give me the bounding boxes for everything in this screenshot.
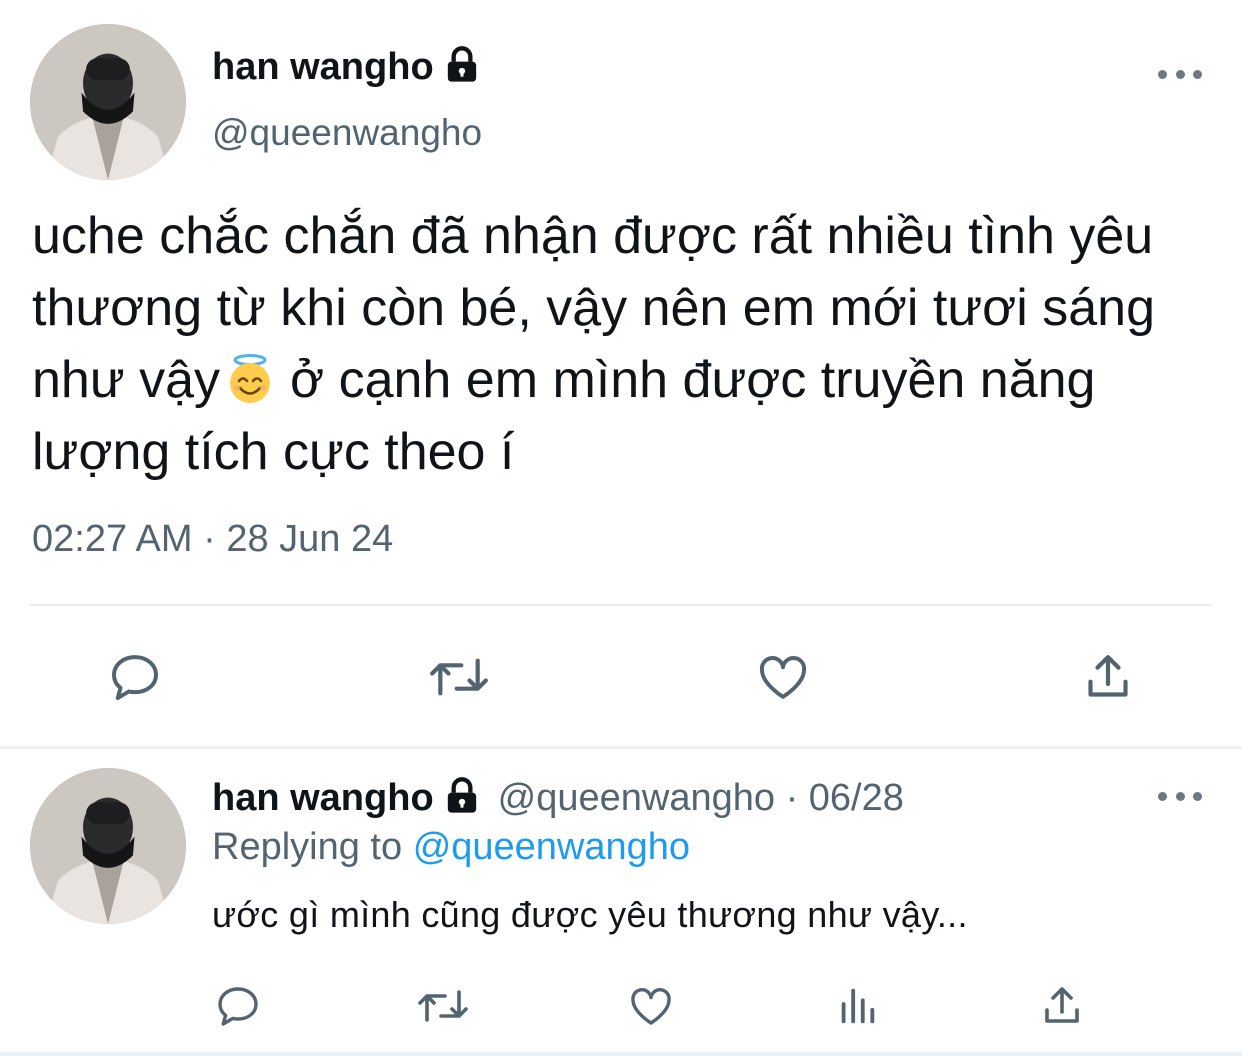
more-dot-icon bbox=[1158, 69, 1167, 79]
retweet-button[interactable] bbox=[412, 980, 474, 1032]
handle-and-date[interactable]: @queenwangho · 06/28 bbox=[498, 777, 904, 820]
author-row: han wangho bbox=[212, 40, 482, 94]
reply-text: ước gì mình cũng được yêu thương như vậy… bbox=[212, 894, 968, 935]
handle[interactable]: @queenwangho bbox=[212, 112, 482, 154]
more-dot-icon bbox=[1193, 69, 1202, 79]
share-icon bbox=[1045, 987, 1079, 1023]
more-dot-icon bbox=[1175, 69, 1185, 79]
replying-to: Replying to @queenwangho bbox=[212, 826, 690, 869]
like-icon bbox=[759, 656, 807, 699]
more-dot-icon bbox=[1193, 791, 1202, 801]
share-button[interactable] bbox=[1036, 980, 1088, 1032]
reply-button[interactable] bbox=[100, 646, 170, 708]
replying-to-handle-link[interactable]: @queenwangho bbox=[413, 826, 690, 868]
retweet-icon bbox=[430, 658, 488, 696]
reply-button[interactable] bbox=[210, 980, 266, 1032]
analytics-icon bbox=[841, 988, 875, 1024]
timestamp[interactable]: 02:27 AM · 28 Jun 24 bbox=[32, 518, 393, 561]
lock-icon bbox=[442, 776, 482, 821]
retweet-icon bbox=[418, 990, 468, 1022]
display-name[interactable]: han wangho bbox=[212, 46, 434, 89]
retweet-button[interactable] bbox=[422, 646, 496, 708]
reply-icon bbox=[112, 655, 158, 700]
more-dot-icon bbox=[1175, 791, 1185, 801]
avatar[interactable] bbox=[30, 768, 186, 924]
replying-to-label: Replying to bbox=[212, 826, 403, 868]
reply-icon bbox=[218, 987, 258, 1026]
like-icon bbox=[631, 988, 671, 1025]
display-name[interactable]: han wangho bbox=[212, 777, 434, 820]
reply-author-row: han wangho @queenwangho · 06/28 bbox=[212, 772, 904, 824]
smiling-face-with-halo-icon bbox=[224, 352, 276, 404]
more-options-button[interactable] bbox=[1158, 62, 1202, 86]
avatar[interactable] bbox=[30, 24, 186, 180]
divider bbox=[0, 746, 1242, 749]
more-options-button[interactable] bbox=[1158, 784, 1202, 808]
analytics-button[interactable] bbox=[832, 980, 882, 1032]
tweet-text: uche chắc chắn đã nhận được rất nhiều tì… bbox=[32, 200, 1222, 488]
share-button[interactable] bbox=[1078, 646, 1138, 708]
profile-photo bbox=[30, 768, 186, 924]
lock-icon bbox=[442, 45, 482, 90]
share-icon bbox=[1088, 655, 1128, 697]
more-dot-icon bbox=[1158, 791, 1167, 801]
profile-photo bbox=[30, 24, 186, 180]
like-button[interactable] bbox=[624, 980, 678, 1032]
divider bbox=[0, 1052, 1242, 1056]
like-button[interactable] bbox=[750, 646, 816, 708]
divider bbox=[30, 604, 1212, 606]
